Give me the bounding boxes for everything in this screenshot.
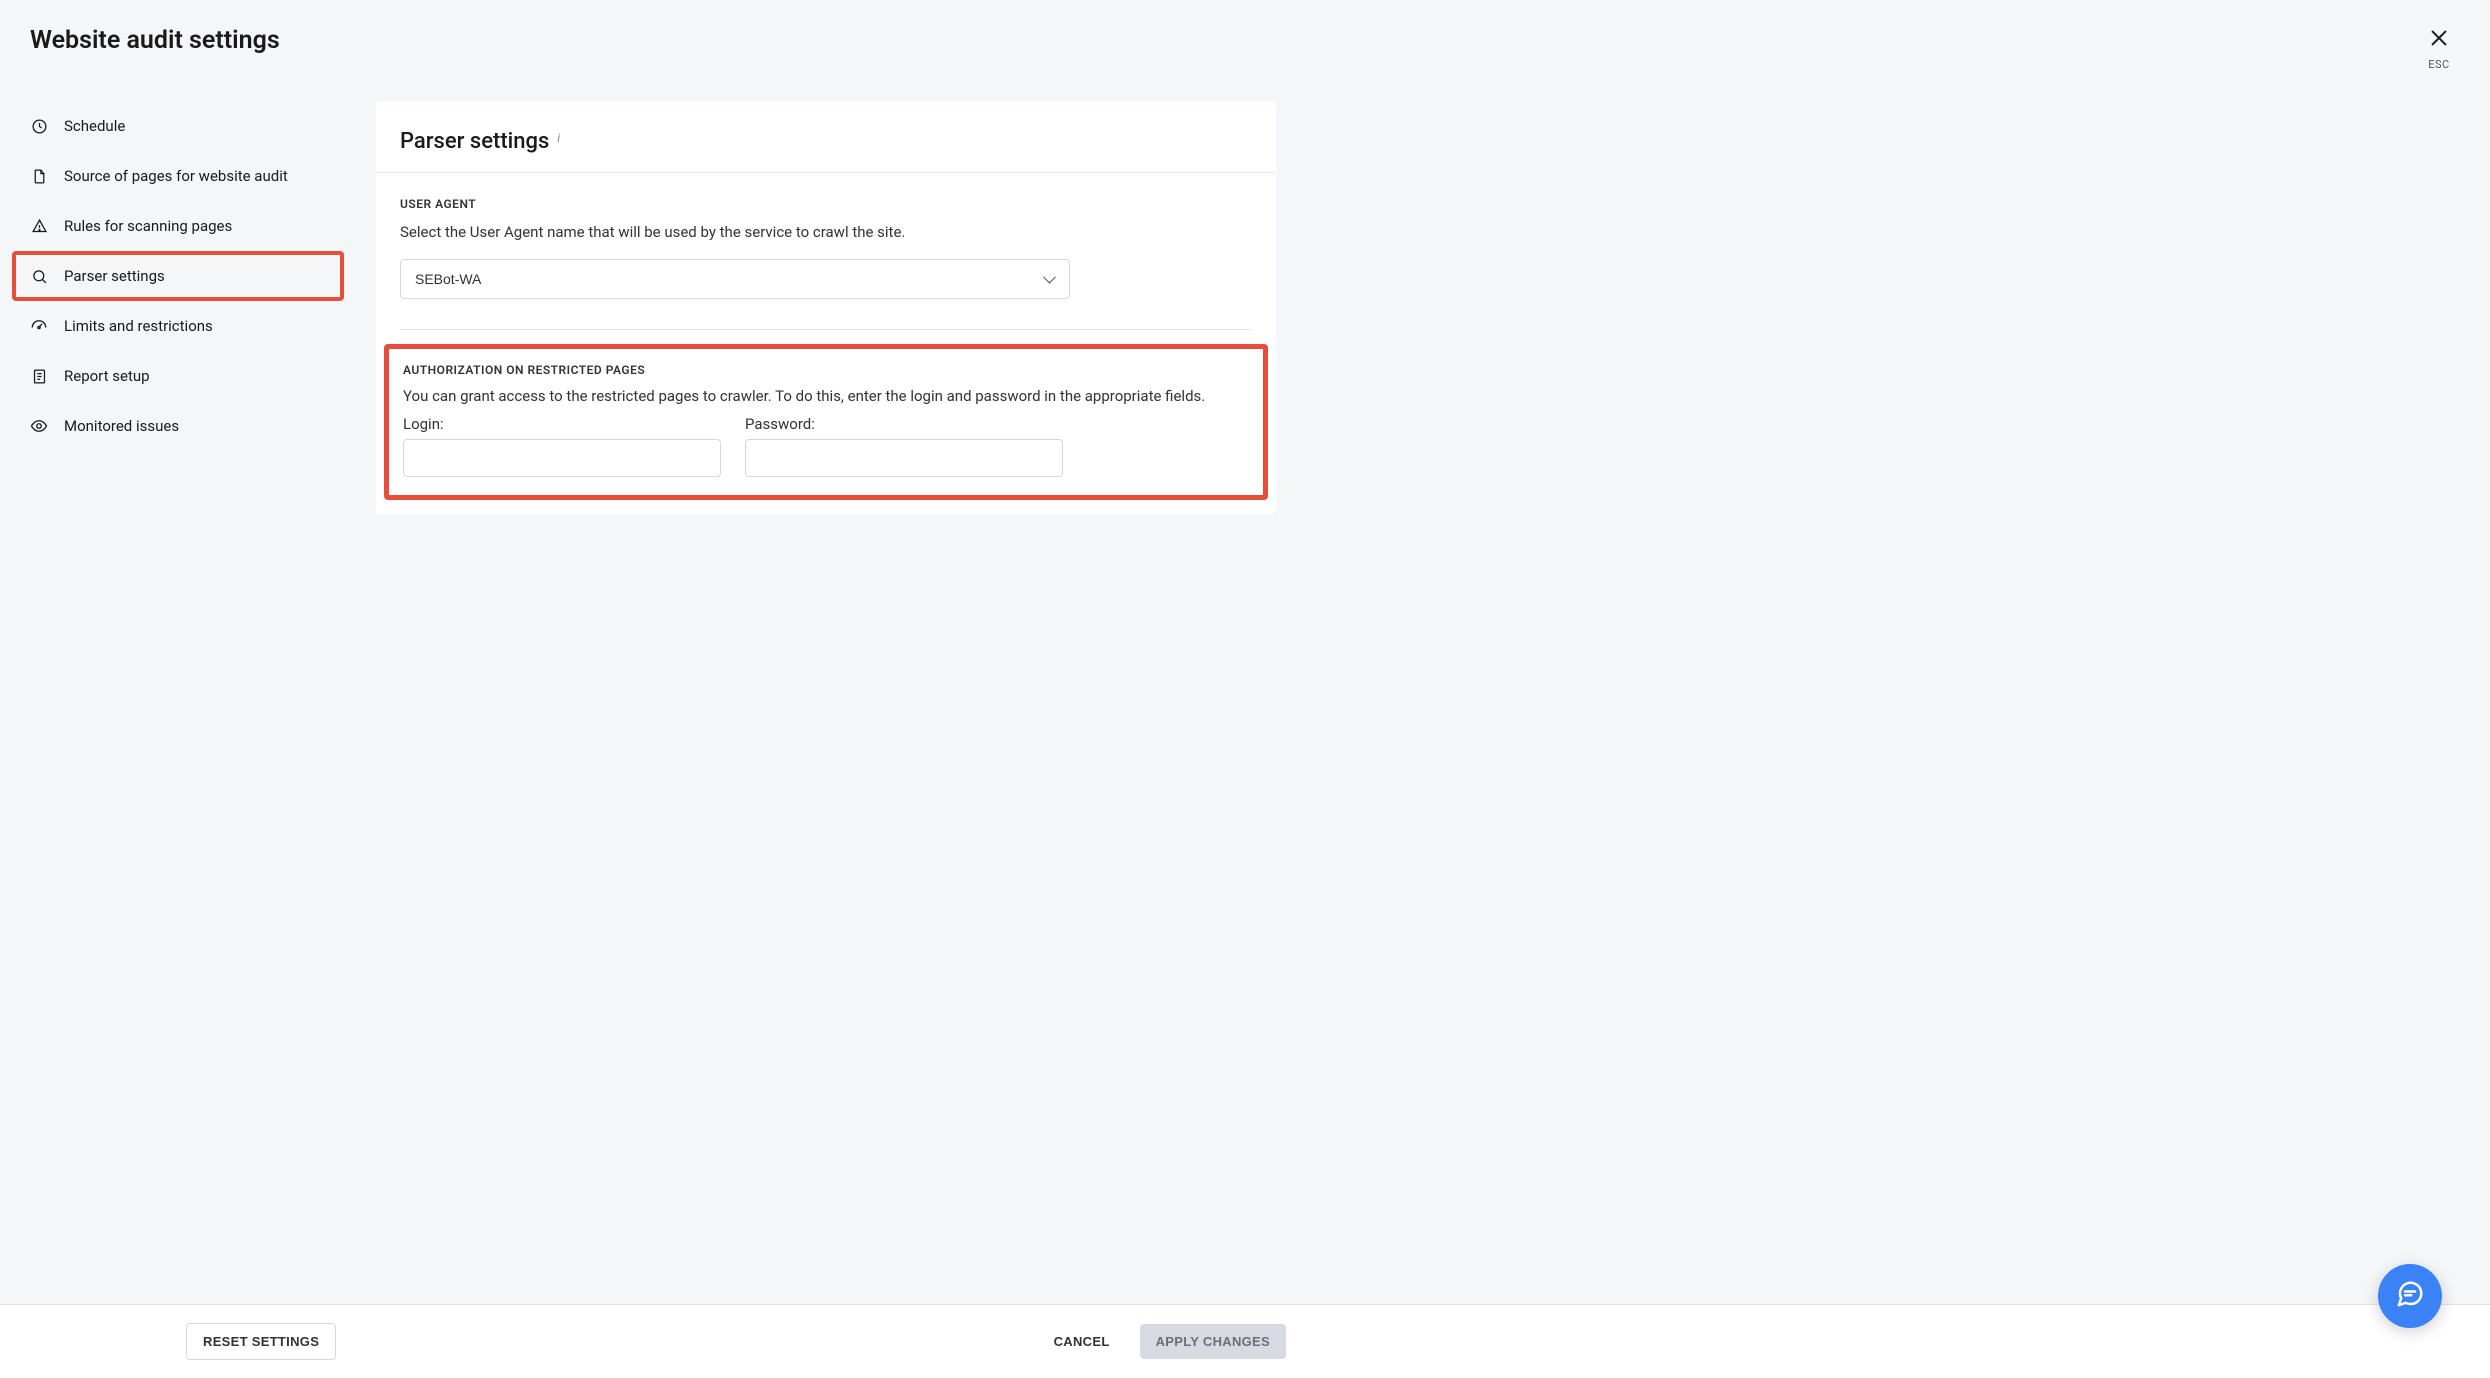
info-icon[interactable]: i — [557, 131, 560, 145]
user-agent-select-wrap: SEBot-WA — [400, 259, 1070, 299]
main-panel: Parser settings i USER AGENT Select the … — [376, 101, 1276, 514]
panel-title: Parser settings — [400, 129, 549, 154]
password-input[interactable] — [745, 439, 1063, 477]
authorization-label: AUTHORIZATION ON RESTRICTED PAGES — [403, 363, 1249, 377]
warning-icon — [30, 217, 48, 235]
dialog-header: Website audit settings ESC — [0, 0, 2490, 71]
sidebar-item-label: Report setup — [64, 367, 150, 385]
sidebar-item-parser[interactable]: Parser settings — [12, 251, 344, 301]
sidebar-item-schedule[interactable]: Schedule — [12, 101, 344, 151]
password-label: Password: — [745, 415, 1063, 433]
eye-icon — [30, 417, 48, 435]
page-title: Website audit settings — [30, 26, 280, 55]
sidebar-item-label: Parser settings — [64, 267, 165, 285]
apply-changes-button[interactable]: APPLY CHANGES — [1140, 1324, 1286, 1359]
sidebar-item-label: Rules for scanning pages — [64, 217, 232, 235]
login-label: Login: — [403, 415, 721, 433]
close-button[interactable]: ESC — [2428, 26, 2460, 71]
authorization-section: AUTHORIZATION ON RESTRICTED PAGES You ca… — [384, 344, 1268, 500]
user-agent-section: USER AGENT Select the User Agent name th… — [376, 173, 1276, 299]
close-icon — [2428, 26, 2450, 54]
settings-sidebar: Schedule Source of pages for website aud… — [12, 101, 344, 514]
sidebar-item-label: Monitored issues — [64, 417, 179, 435]
user-agent-label: USER AGENT — [400, 197, 1252, 211]
gauge-icon — [30, 317, 48, 335]
report-icon — [30, 367, 48, 385]
user-agent-select[interactable]: SEBot-WA — [400, 259, 1070, 299]
chat-icon — [2395, 1279, 2425, 1313]
sidebar-item-report[interactable]: Report setup — [12, 351, 344, 401]
user-agent-description: Select the User Agent name that will be … — [400, 223, 1252, 241]
section-divider — [400, 329, 1252, 330]
dialog-footer: RESET SETTINGS CANCEL APPLY CHANGES — [0, 1304, 2490, 1378]
reset-settings-button[interactable]: RESET SETTINGS — [186, 1323, 336, 1360]
clock-icon — [30, 117, 48, 135]
chat-widget-button[interactable] — [2378, 1264, 2442, 1328]
cancel-button[interactable]: CANCEL — [1038, 1324, 1126, 1359]
magnifier-icon — [30, 267, 48, 285]
sidebar-item-limits[interactable]: Limits and restrictions — [12, 301, 344, 351]
sidebar-item-label: Limits and restrictions — [64, 317, 213, 335]
close-esc-label: ESC — [2428, 58, 2449, 71]
sidebar-item-rules[interactable]: Rules for scanning pages — [12, 201, 344, 251]
document-icon — [30, 167, 48, 185]
sidebar-item-label: Schedule — [64, 117, 125, 135]
authorization-description: You can grant access to the restricted p… — [403, 387, 1249, 405]
sidebar-item-source[interactable]: Source of pages for website audit — [12, 151, 344, 201]
login-input[interactable] — [403, 439, 721, 477]
sidebar-item-monitored[interactable]: Monitored issues — [12, 401, 344, 451]
sidebar-item-label: Source of pages for website audit — [64, 167, 288, 185]
